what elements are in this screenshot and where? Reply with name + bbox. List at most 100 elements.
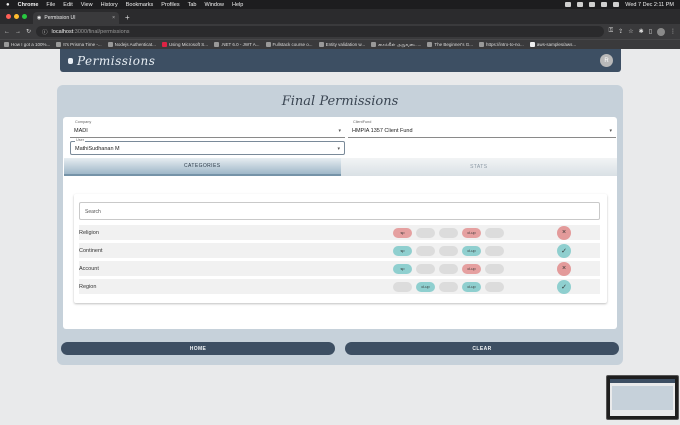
browser-toolbar: ← → ↻ ⓘ localhost:3000/final/permissions… (0, 24, 680, 39)
permission-pill[interactable] (485, 281, 504, 292)
menu-bookmarks[interactable]: Bookmarks (126, 2, 154, 8)
extensions-icon[interactable]: ✱ (639, 28, 644, 35)
url-path: :3000/final/permissions (73, 28, 130, 35)
permission-pill[interactable] (485, 227, 504, 238)
browser-tab[interactable]: ◉ Permission UI × (33, 12, 119, 24)
more-menu-icon[interactable]: ⋮ (670, 28, 676, 35)
bookmark-favicon-icon (4, 42, 9, 47)
bookmark-item[interactable]: aws-samples/aws... (529, 42, 576, 47)
tab-stats[interactable]: STATS (340, 158, 617, 176)
tab-title: Permission UI (44, 15, 76, 21)
permission-pill[interactable] (393, 281, 412, 292)
bookmark-item[interactable]: https://intro-to-no... (479, 42, 524, 47)
menu-profiles[interactable]: Profiles (161, 2, 179, 8)
status-icon[interactable] (565, 2, 572, 7)
key-icon[interactable]: ⚿ (609, 28, 614, 35)
menu-file[interactable]: File (46, 2, 55, 8)
back-icon[interactable]: ← (4, 29, 10, 35)
approve-action-button[interactable]: ✓ (557, 243, 571, 258)
permission-pill[interactable] (416, 227, 435, 238)
user-value: MathiSudhanan M (75, 146, 120, 152)
screenshot-thumbnail[interactable] (606, 375, 679, 420)
permission-pill[interactable]: cl-up (416, 281, 435, 292)
clear-button[interactable]: CLEAR (345, 342, 619, 355)
wifi-icon[interactable] (589, 2, 596, 7)
bookmark-item[interactable]: It's Prisma Time -... (56, 42, 102, 47)
close-window-icon[interactable] (6, 14, 11, 19)
window-controls (6, 9, 27, 24)
search-icon[interactable] (613, 2, 620, 7)
permission-pill[interactable]: cl-up (462, 245, 481, 256)
status-icon[interactable] (577, 2, 584, 7)
bookmark-item[interactable]: Entity validation w... (318, 42, 365, 47)
clock[interactable]: Wed 7 Dec 2:11 PM (625, 2, 674, 8)
bookmark-item[interactable]: Nodejs Authenticat... (107, 42, 156, 47)
permission-pill[interactable] (439, 281, 458, 292)
page-title: Final Permissions (281, 93, 399, 109)
user-select[interactable]: User MathiSudhanan M ▾ (70, 138, 345, 155)
permission-pill[interactable]: cl-up (462, 281, 481, 292)
menu-window[interactable]: Window (204, 2, 224, 8)
permission-pill[interactable] (439, 245, 458, 256)
address-bar[interactable]: ⓘ localhost:3000/final/permissions (36, 26, 604, 37)
bookmark-item[interactable]: Using Microsoft S... (161, 42, 208, 47)
menu-help[interactable]: Help (232, 2, 243, 8)
category-name: Religion (79, 229, 99, 236)
menu-history[interactable]: History (101, 2, 118, 8)
new-tab-button[interactable]: + (125, 12, 130, 24)
bookmark-favicon-icon (213, 42, 219, 47)
share-icon[interactable]: ⇪ (618, 28, 623, 35)
categories-panel: Search Religion sp cl-up × Continent sp … (74, 194, 607, 303)
permission-pill[interactable] (485, 245, 504, 256)
client-fund-label: ClientFund (352, 120, 373, 124)
close-tab-icon[interactable]: × (112, 15, 115, 21)
bookmark-item[interactable]: சைக்கிள் அறுவடை... (371, 42, 421, 48)
bookmark-favicon-icon (107, 42, 113, 47)
home-button[interactable]: HOME (61, 342, 335, 355)
bookmark-item[interactable]: Fullstack course o... (265, 42, 313, 47)
deny-action-button[interactable]: × (557, 261, 571, 276)
bookmark-star-icon[interactable]: ☆ (628, 28, 633, 35)
sidebar-icon[interactable]: ▯ (649, 28, 652, 35)
github-icon (529, 42, 535, 47)
app-brand[interactable]: Permissions (68, 54, 155, 68)
user-label: User (75, 138, 86, 142)
client-fund-select[interactable]: ClientFund HMPIA 1357 Client Fund ▾ (348, 120, 616, 138)
minimize-window-icon[interactable] (14, 14, 19, 19)
deny-action-button[interactable]: × (557, 225, 571, 240)
bookmark-item[interactable]: How I got a 100%... (4, 42, 50, 47)
permission-pill[interactable] (416, 245, 435, 256)
profile-avatar[interactable] (657, 27, 665, 36)
permission-pill[interactable]: sp (393, 227, 412, 238)
bookmark-favicon-icon (479, 42, 485, 47)
reload-icon[interactable]: ↻ (26, 28, 31, 35)
permission-pill[interactable] (485, 263, 504, 274)
user-avatar[interactable]: R (600, 54, 613, 67)
company-select[interactable]: Company MADI ▾ (70, 120, 345, 138)
permission-pill[interactable]: cl-up (462, 263, 481, 274)
permission-pill[interactable] (439, 263, 458, 274)
permission-pill[interactable] (416, 263, 435, 274)
permission-pill[interactable] (439, 227, 458, 238)
bookmark-item[interactable]: The Beginner's G... (427, 42, 473, 47)
forward-icon[interactable]: → (15, 29, 21, 35)
permission-pill[interactable]: cl-up (462, 227, 481, 238)
approve-action-button[interactable]: ✓ (557, 279, 571, 294)
site-info-icon[interactable]: ⓘ (42, 28, 48, 36)
bookmark-favicon-icon (56, 42, 62, 47)
company-label: Company (74, 120, 93, 124)
zoom-window-icon[interactable] (22, 14, 27, 19)
search-input[interactable]: Search (79, 202, 600, 220)
battery-icon[interactable] (601, 2, 608, 7)
menu-view[interactable]: View (81, 2, 93, 8)
bookmark-item[interactable]: .NET 6.0 - JWT A... (213, 42, 260, 47)
menu-edit[interactable]: Edit (63, 2, 72, 8)
app-menu[interactable]: Chrome (18, 2, 39, 8)
apple-icon[interactable]: ● (6, 2, 10, 8)
permission-pill[interactable]: sp (393, 263, 412, 274)
app-header: Permissions R (60, 49, 621, 72)
permission-pill[interactable]: sp (393, 245, 412, 256)
url-host: localhost (51, 28, 74, 35)
tab-categories[interactable]: CATEGORIES (64, 158, 341, 176)
menu-tab[interactable]: Tab (188, 2, 197, 8)
